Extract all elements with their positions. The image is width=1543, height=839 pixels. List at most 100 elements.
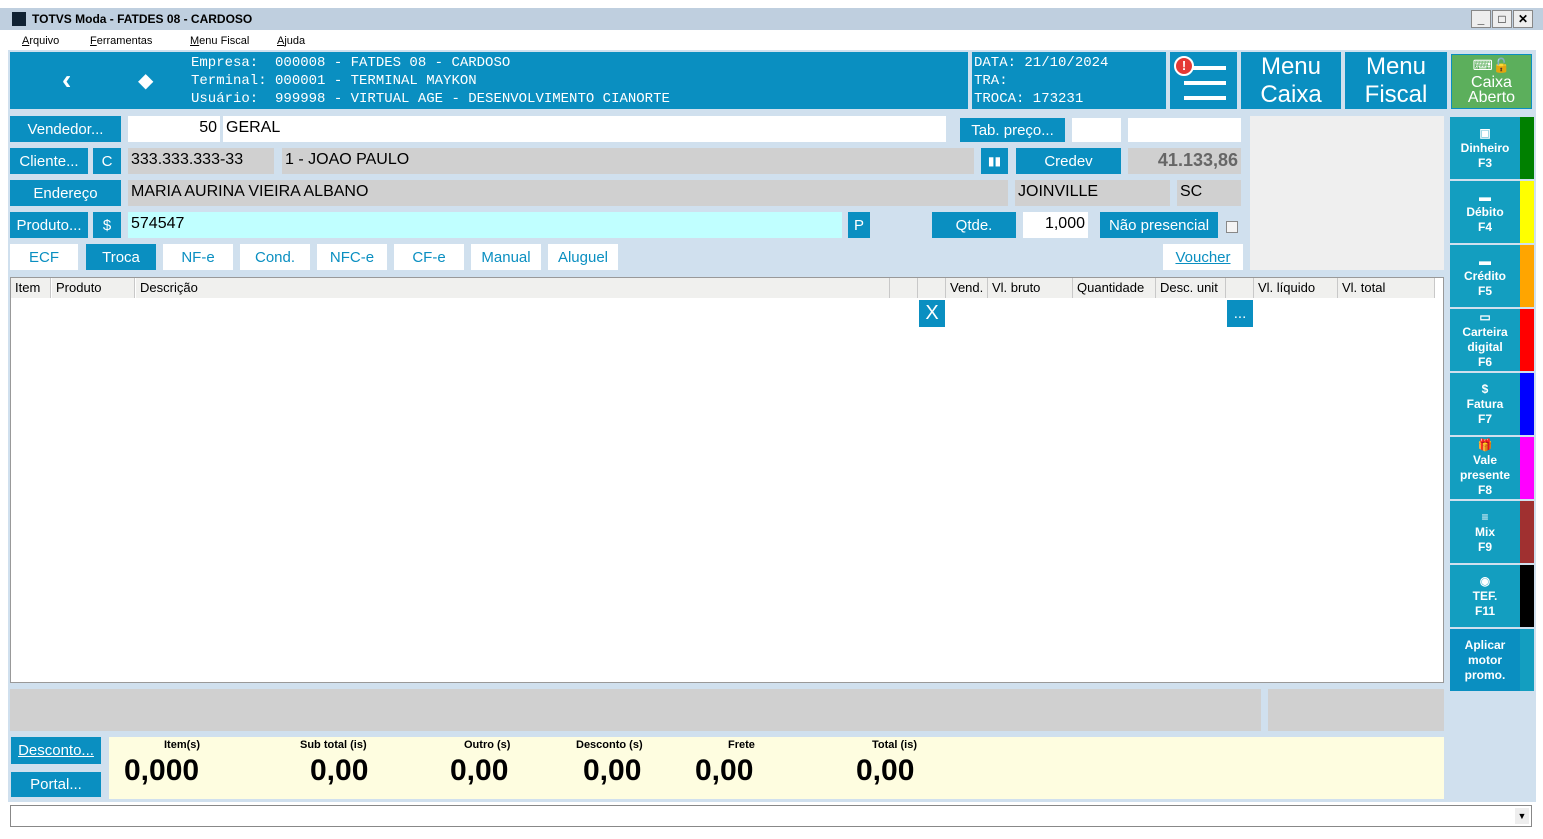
payment-button-f7[interactable]: $ Fatura F7 (1450, 373, 1520, 435)
status-combo[interactable]: ▼ (10, 805, 1532, 827)
message-area-right (1268, 689, 1444, 731)
tab-ecf[interactable]: ECF (10, 244, 78, 270)
payment-button-f11[interactable]: ◉ TEF. F11 (1450, 565, 1520, 627)
maximize-button[interactable]: □ (1492, 10, 1512, 28)
payment-button-f5[interactable]: ▬ Crédito F5 (1450, 245, 1520, 307)
produto-input[interactable]: 574547 (128, 212, 842, 238)
tab-troca[interactable]: Troca (86, 244, 156, 270)
payment-color-stripe (1520, 181, 1534, 243)
payment-color-stripe (1520, 373, 1534, 435)
total-label: Total (is) (872, 739, 918, 751)
notifications-button[interactable]: ! (1170, 52, 1237, 109)
produto-button[interactable]: Produto... (10, 212, 88, 238)
chart-icon[interactable]: ▮▮ (981, 148, 1008, 174)
date-panel: DATA: 21/10/2024 TRA: TROCA: 173231 (972, 52, 1166, 109)
col-vl-liquido[interactable]: Vl. líquido (1254, 278, 1338, 298)
vendedor-code-input[interactable]: 50 (128, 116, 220, 142)
col-vl-bruto[interactable]: Vl. bruto (988, 278, 1073, 298)
payment-label: Vale presente (1459, 453, 1511, 482)
minimize-button[interactable]: _ (1471, 10, 1491, 28)
col-blank1[interactable] (890, 278, 918, 298)
total-items-value: 0,000 (124, 754, 200, 787)
col-blank2[interactable] (918, 278, 946, 298)
payment-key: F9 (1477, 539, 1492, 554)
tab-aluguel[interactable]: Aluguel (548, 244, 618, 270)
menu-ajuda[interactable]: Ajuda (277, 30, 305, 52)
subtotal-label: Sub total (is) (300, 739, 367, 751)
payment-label: Débito (1466, 204, 1504, 219)
menu-caixa-line2: Caixa (1260, 80, 1322, 108)
close-button[interactable]: ✕ (1513, 10, 1533, 28)
empresa-text: Empresa: 000008 - FATDES 08 - CARDOSO (191, 55, 511, 71)
cash-icon: ▣ (1479, 125, 1491, 140)
frete-value: 0,00 (695, 754, 754, 787)
invoice-icon: $ (1481, 381, 1489, 396)
tab-nfce[interactable]: NFC-e (317, 244, 387, 270)
delete-item-button[interactable]: X (919, 300, 945, 327)
payment-button-f4[interactable]: ▬ Débito F4 (1450, 181, 1520, 243)
menu-ferramentas[interactable]: Ferramentas (90, 30, 152, 52)
tab-cfe[interactable]: CF-e (394, 244, 464, 270)
payment-key: F3 (1477, 155, 1492, 170)
terminal-text: Terminal: 000001 - TERMINAL MAYKON (191, 73, 477, 89)
nao-presencial-checkbox[interactable] (1226, 221, 1238, 233)
wallet-icon: ▭ (1479, 310, 1491, 324)
menu-fiscal-line1: Menu (1365, 52, 1427, 80)
col-item[interactable]: Item (11, 278, 51, 298)
credev-value: 41.133,86 (1128, 148, 1241, 174)
payment-button-f8[interactable]: 🎁 Vale presente F8 (1450, 437, 1520, 499)
cliente-c-button[interactable]: C (93, 148, 121, 174)
p-button[interactable]: P (848, 212, 870, 238)
title-bar: TOTVS Moda - FATDES 08 - CARDOSO _ □ ✕ (0, 8, 1543, 30)
voucher-button[interactable]: Voucher (1163, 244, 1243, 270)
qtde-input[interactable]: 1,000 (1023, 212, 1088, 238)
cliente-button[interactable]: Cliente... (10, 148, 88, 174)
col-vend[interactable]: Vend. (946, 278, 988, 298)
uf-field: SC (1177, 180, 1241, 206)
gift-icon: 🎁 (1477, 438, 1493, 452)
col-produto[interactable]: Produto (52, 278, 135, 298)
endereco-button[interactable]: Endereço (10, 180, 121, 206)
desconto-total-value: 0,00 (583, 754, 642, 787)
qtde-button[interactable]: Qtde. (932, 212, 1016, 238)
endereco-field: MARIA AURINA VIEIRA ALBANO (128, 180, 1008, 206)
payment-button-f9[interactable]: ≡ Mix F9 (1450, 501, 1520, 563)
menu-fiscal[interactable]: Menu Fiscal (190, 30, 249, 52)
payment-color-stripe (1520, 309, 1534, 371)
col-quantidade[interactable]: Quantidade (1073, 278, 1156, 298)
nao-presencial-button[interactable]: Não presencial (1100, 212, 1218, 238)
payment-button-f6[interactable]: ▭ Carteira digital F6 (1450, 309, 1520, 371)
app-icon (12, 12, 26, 26)
caixa-status-button[interactable]: ⌨🔓 Caixa Aberto (1451, 54, 1532, 109)
menu-arquivo[interactable]: Arquivo (22, 30, 59, 52)
payment-color-stripe (1520, 117, 1534, 179)
payment-label: Dinheiro (1460, 140, 1510, 155)
col-vl-total[interactable]: Vl. total (1338, 278, 1435, 298)
tab-preco-name-input[interactable] (1128, 118, 1241, 142)
back-icon[interactable]: ‹ (62, 64, 71, 96)
tab-preco-button[interactable]: Tab. preço... (960, 118, 1065, 142)
tab-manual[interactable]: Manual (471, 244, 541, 270)
cliente-name-field: 1 - JOAO PAULO (282, 148, 974, 174)
tab-cond[interactable]: Cond. (240, 244, 310, 270)
portal-button[interactable]: Portal... (11, 772, 101, 797)
tab-nfe[interactable]: NF-e (163, 244, 233, 270)
desconto-button[interactable]: Desconto... (11, 737, 101, 764)
col-descricao[interactable]: Descrição (136, 278, 890, 298)
menu-fiscal-button[interactable]: Menu Fiscal (1345, 52, 1447, 109)
vendedor-button[interactable]: Vendedor... (10, 116, 121, 142)
chevron-down-icon[interactable]: ▼ (1515, 808, 1529, 824)
frete-label: Frete (728, 739, 755, 751)
payment-color-stripe (1520, 565, 1534, 627)
payment-button-f3[interactable]: ▣ Dinheiro F3 (1450, 117, 1520, 179)
aplicar-motor-promo-button[interactable]: Aplicar motor promo. (1450, 629, 1520, 691)
preco-button[interactable]: $ (93, 212, 121, 238)
menu-caixa-button[interactable]: Menu Caixa (1241, 52, 1341, 109)
eraser-icon[interactable]: ◆ (138, 68, 153, 93)
credev-button[interactable]: Credev (1016, 148, 1121, 174)
more-options-button[interactable]: ... (1227, 300, 1253, 327)
tab-preco-code-input[interactable] (1072, 118, 1121, 142)
vendedor-name-input[interactable]: GERAL (223, 116, 946, 142)
col-desc-unit[interactable]: Desc. unit (1156, 278, 1226, 298)
col-blank3[interactable] (1226, 278, 1254, 298)
